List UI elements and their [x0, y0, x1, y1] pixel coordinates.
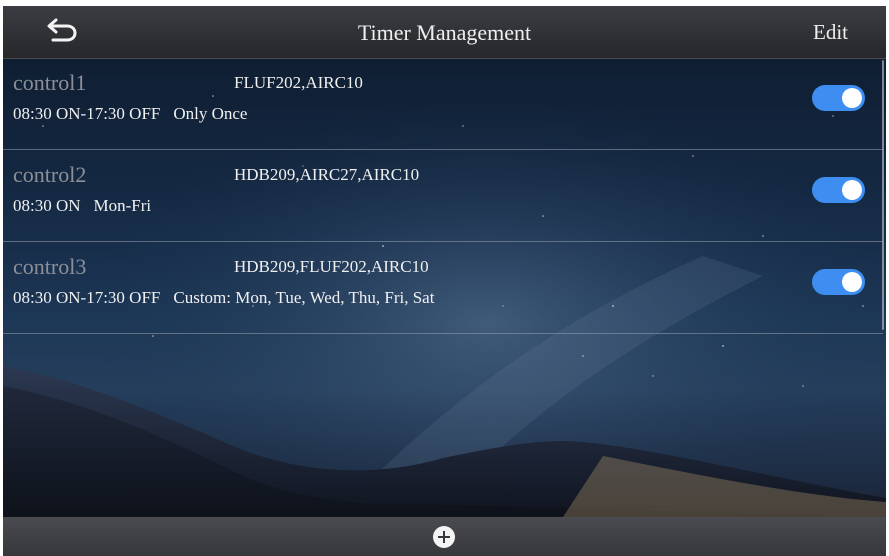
timer-list: control1 FLUF202,AIRC10 08:30 ON-17:30 O…	[3, 58, 883, 334]
toggle-knob	[842, 272, 862, 292]
timer-repeat: Only Once	[173, 104, 248, 123]
timer-devices: HDB209,FLUF202,AIRC10	[234, 257, 429, 276]
edit-button[interactable]: Edit	[813, 20, 848, 45]
timer-time: 08:30 ON-17:30 OFF	[13, 104, 161, 123]
toggle-knob	[842, 88, 862, 108]
timer-row-control3[interactable]: control3 HDB209,FLUF202,AIRC10 08:30 ON-…	[3, 242, 883, 334]
timer-enable-toggle[interactable]	[812, 177, 865, 203]
timer-row-control1[interactable]: control1 FLUF202,AIRC10 08:30 ON-17:30 O…	[3, 58, 883, 150]
timer-time: 08:30 ON	[13, 196, 81, 215]
timer-schedule: 08:30 ON-17:30 OFF Only Once	[13, 104, 247, 124]
footer-bar	[3, 517, 886, 556]
timer-enable-toggle[interactable]	[812, 85, 865, 111]
timer-devices: FLUF202,AIRC10	[234, 73, 363, 92]
timer-schedule: 08:30 ON Mon-Fri	[13, 196, 151, 216]
timer-schedule: 08:30 ON-17:30 OFF Custom: Mon, Tue, Wed,…	[13, 288, 434, 308]
list-scrollbar[interactable]	[882, 60, 884, 330]
header-bar: Timer Management Edit	[3, 6, 886, 59]
timer-name: control2	[13, 162, 87, 187]
timer-enable-toggle[interactable]	[812, 269, 865, 295]
timer-repeat: Custom: Mon, Tue, Wed, Thu, Fri, Sat	[173, 288, 435, 307]
timer-devices: HDB209,AIRC27,AIRC10	[234, 165, 420, 184]
page-title: Timer Management	[357, 20, 532, 45]
timer-name: control1	[13, 70, 87, 95]
timer-row-control2[interactable]: control2 HDB209,AIRC27,AIRC10 08:30 ON Mo…	[3, 150, 883, 242]
timer-repeat: Mon-Fri	[93, 196, 152, 215]
timer-management-screen: Timer Management Edit control1 FLUF202,A…	[0, 0, 889, 556]
timer-name: control3	[13, 254, 87, 279]
add-timer-button[interactable]	[433, 526, 455, 548]
timer-time: 08:30 ON-17:30 OFF	[13, 288, 161, 307]
toggle-knob	[842, 180, 862, 200]
